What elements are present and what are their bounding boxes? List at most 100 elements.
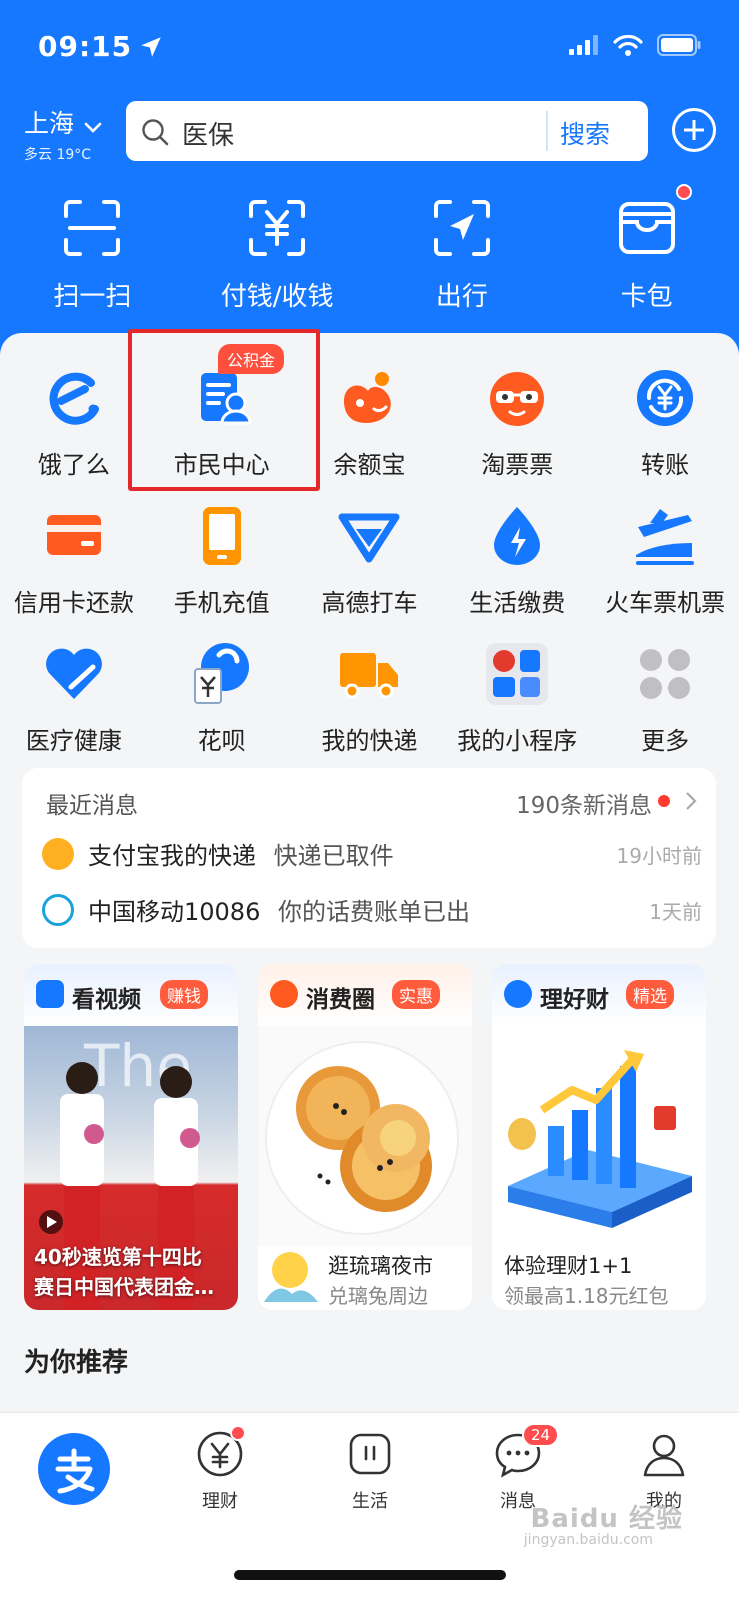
card-header: 消费圈 实惠 (258, 964, 472, 1026)
caption-line: 40秒速览第十四比 (34, 1245, 202, 1269)
recommend-title: 为你推荐 (24, 1348, 129, 1378)
service-label: 生活缴费 (469, 589, 566, 617)
video-icon (36, 980, 64, 1008)
message-source: 支付宝我的快递 (88, 842, 256, 870)
lantern-rabbit-icon (264, 1252, 318, 1302)
tab-label: 理财 (202, 1491, 238, 1512)
feature-card-finance[interactable]: 理好财 精选 体验理财1+1 领最高1.18元红包 (492, 964, 706, 1310)
message-item[interactable]: 中国移动10086 你的话费账单已出 1天前 (42, 890, 702, 930)
message-text: 中国移动10086 你的话费账单已出 (88, 892, 470, 927)
housing-fund-badge: 公积金 (218, 344, 285, 374)
service-label: 我的快递 (321, 727, 418, 755)
service-label: 更多 (641, 727, 690, 755)
tab-home[interactable] (38, 1433, 110, 1505)
search-bar[interactable]: 医保 搜索 (126, 101, 648, 161)
video-caption: 40秒速览第十四比 赛日中国代表团金… (34, 1242, 214, 1302)
quick-travel-label: 出行 (435, 282, 488, 312)
taopiaopiao-icon (490, 372, 545, 426)
transfer-icon (637, 370, 694, 426)
notification-dot (676, 184, 693, 200)
wifi-icon (613, 34, 643, 56)
wallet-icon (618, 202, 675, 254)
services-row: 医疗健康 花呗 我的快递 我的小程序 更多 (0, 629, 739, 767)
finance-chart-picture (508, 1050, 692, 1228)
card-line1: 体验理财1+1 (504, 1254, 633, 1278)
service-label: 饿了么 (37, 451, 110, 479)
notification-dot (230, 1425, 246, 1441)
card-tag: 实惠 (392, 980, 440, 1009)
message-text: 支付宝我的快递 快递已取件 (88, 836, 394, 871)
quick-scan[interactable]: 扫一扫 (0, 196, 185, 313)
phone-recharge-icon (202, 507, 241, 565)
watermark-url: jingyan.baidu.com (523, 1532, 653, 1548)
message-item[interactable]: 支付宝我的快递 快递已取件 19小时前 (42, 834, 702, 874)
weather-text: 多云 19°C (24, 147, 92, 163)
messages-count[interactable]: 190条新消息 (516, 786, 652, 820)
service-health[interactable]: 医疗健康 (0, 629, 148, 767)
service-mini-programs[interactable]: 我的小程序 (443, 629, 591, 767)
battery-icon (657, 34, 701, 56)
search-input[interactable]: 医保 (182, 115, 234, 152)
tab-life[interactable]: 生活 (310, 1429, 430, 1513)
service-label: 高德打车 (321, 589, 418, 617)
service-more[interactable]: 更多 (591, 629, 739, 767)
card-line2: 兑璃兔周边 (328, 1284, 428, 1308)
service-credit-card[interactable]: 信用卡还款 (0, 491, 148, 629)
baidu-watermark: Baidu 经验 (530, 1504, 683, 1534)
card-header: 看视频 赚钱 (24, 964, 238, 1026)
top-header: 09:15 上海 多云 19°C 医保 搜索 扫一扫 付钱/收钱 出行 卡包 (0, 0, 739, 380)
more-icon (640, 649, 691, 699)
mooncake-picture (265, 1041, 459, 1235)
life-tab-icon (349, 1433, 391, 1475)
tab-label: 生活 (352, 1491, 388, 1512)
consume-icon (270, 980, 298, 1008)
search-divider (546, 111, 548, 151)
quick-travel[interactable]: 出行 (370, 196, 555, 313)
add-icon[interactable] (672, 108, 716, 152)
service-label: 火车票机票 (605, 589, 726, 617)
service-label: 医疗健康 (25, 727, 122, 755)
service-utility-bill[interactable]: 生活缴费 (443, 491, 591, 629)
mini-programs-icon (486, 643, 549, 705)
service-gaode-taxi[interactable]: 高德打车 (296, 491, 444, 629)
service-eleme[interactable]: 饿了么 (0, 353, 148, 491)
message-body: 你的话费账单已出 (278, 898, 470, 926)
service-label: 信用卡还款 (13, 589, 134, 617)
utility-bill-icon (494, 507, 541, 565)
quick-wallet-label: 卡包 (620, 282, 673, 312)
tab-finance[interactable]: 理财 (160, 1425, 280, 1513)
card-line2: 领最高1.18元红包 (504, 1284, 669, 1308)
service-phone-recharge[interactable]: 手机充值 (148, 491, 296, 629)
service-delivery[interactable]: 我的快递 (296, 629, 444, 767)
card-header: 理好财 精选 (492, 964, 706, 1026)
service-transfer[interactable]: 转账 (591, 353, 739, 491)
recent-messages-card[interactable]: 最近消息 190条新消息 支付宝我的快递 快递已取件 19小时前 中国移动100… (22, 768, 716, 948)
city-selector[interactable]: 上海 多云 19°C (24, 104, 103, 164)
chevron-right-icon[interactable] (684, 790, 698, 812)
status-bar: 09:15 (38, 30, 701, 66)
alipay-logo-icon (55, 1448, 95, 1494)
health-icon (45, 648, 102, 699)
service-huabei[interactable]: 花呗 (148, 629, 296, 767)
train-plane-icon (636, 509, 695, 565)
service-label: 花呗 (197, 727, 246, 755)
message-time: 1天前 (649, 900, 702, 924)
status-indicators (569, 34, 701, 56)
message-body: 快递已取件 (273, 842, 394, 870)
service-label: 淘票票 (481, 451, 554, 479)
delivery-truck-icon (340, 653, 399, 699)
eleme-icon (49, 372, 99, 425)
service-train-plane[interactable]: 火车票机票 (591, 491, 739, 629)
quick-pay-label: 付钱/收钱 (220, 282, 334, 312)
feature-card-consume[interactable]: 消费圈 实惠 逛琉璃夜市 兑璃兔周边 (258, 964, 472, 1310)
quick-wallet[interactable]: 卡包 (554, 184, 739, 313)
service-taopiaopiao[interactable]: 淘票票 (443, 353, 591, 491)
feature-card-video[interactable]: 看视频 赚钱 The 40秒速览第十四比 赛日中国代表团金… (24, 964, 238, 1310)
search-button[interactable]: 搜索 (560, 115, 610, 151)
travel-icon (433, 200, 490, 256)
credit-card-icon (46, 515, 101, 555)
quick-pay[interactable]: 付钱/收钱 (185, 196, 370, 313)
yuebao-icon (344, 372, 392, 423)
status-time: 09:15 (38, 30, 133, 63)
delivery-icon (42, 838, 74, 870)
